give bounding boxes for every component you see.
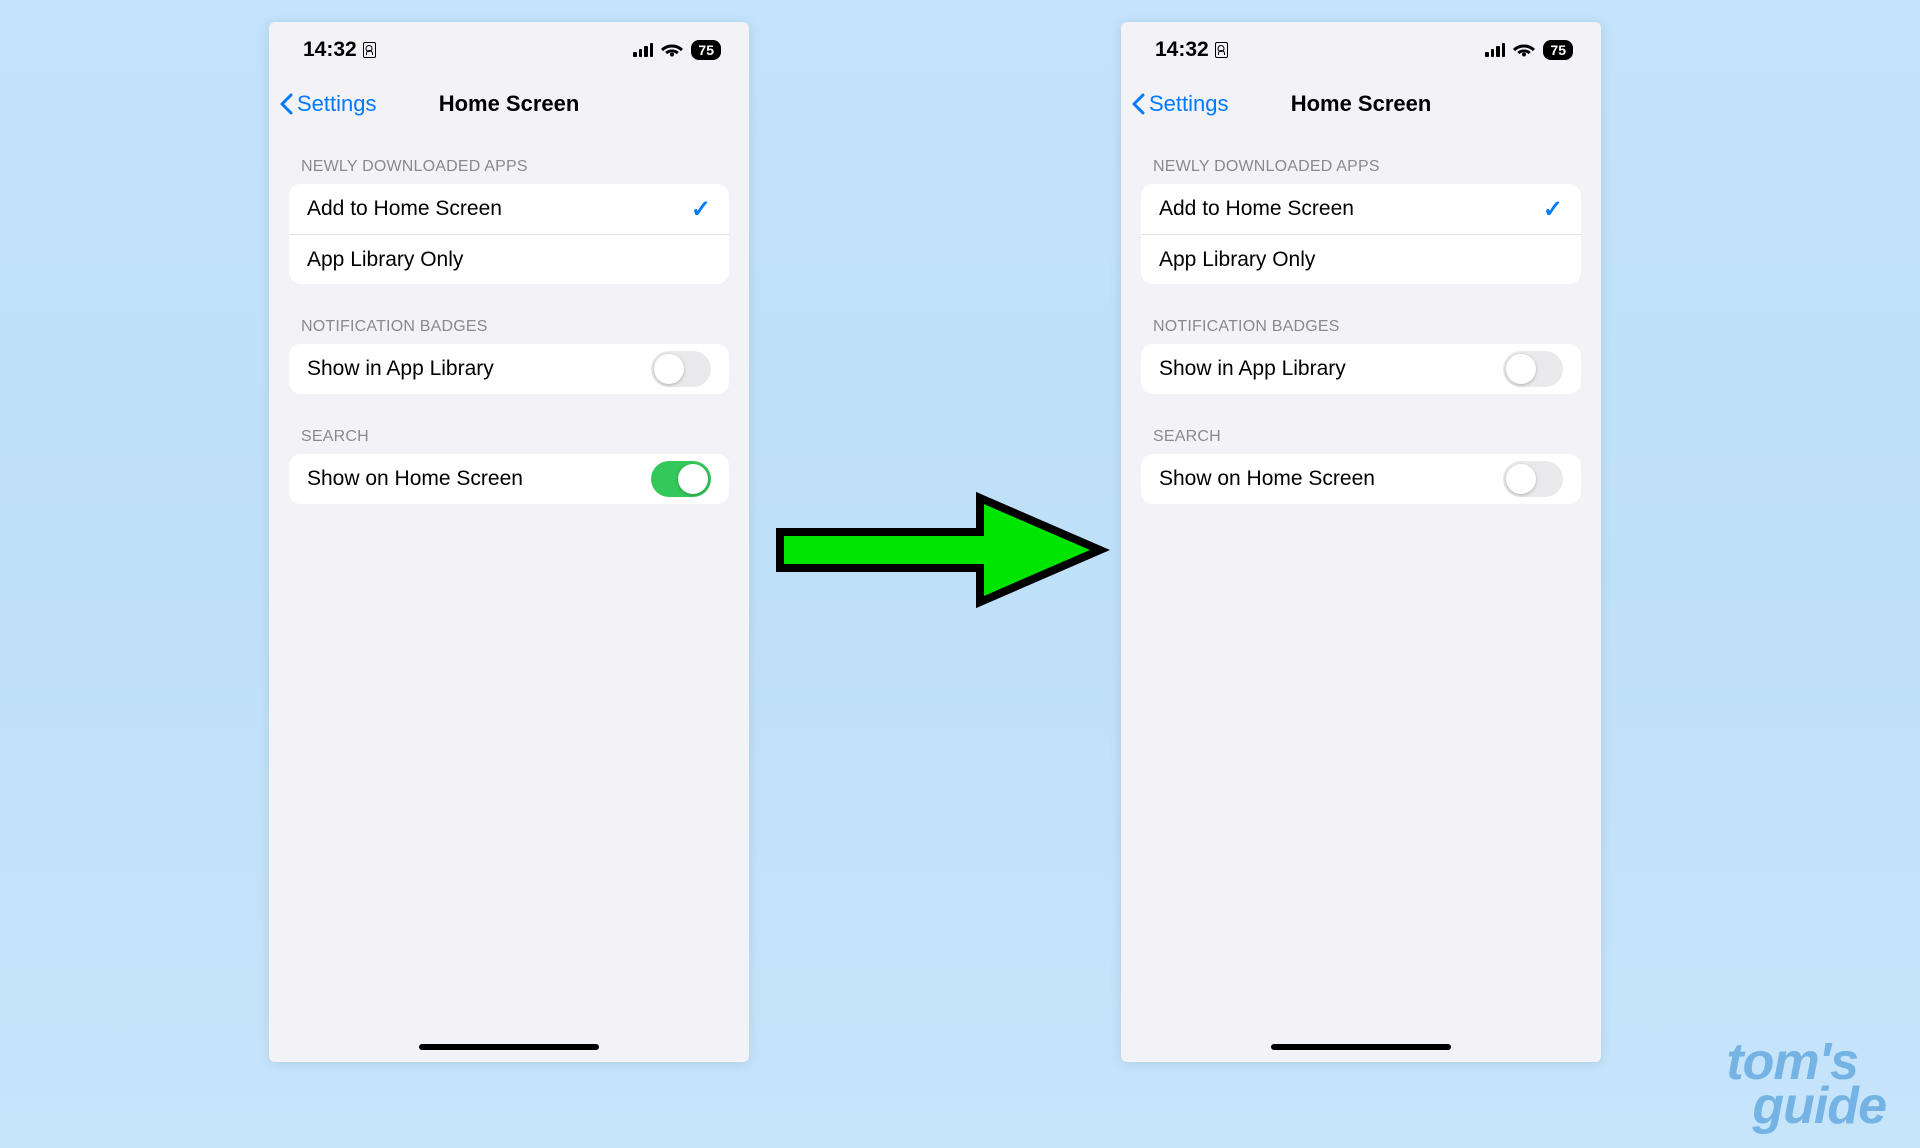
row-label: Show in App Library — [1159, 357, 1346, 381]
row-show-on-home-screen: Show on Home Screen — [289, 454, 729, 504]
status-bar: 14:32 75 — [269, 22, 749, 78]
back-button[interactable]: Settings — [1131, 91, 1229, 117]
row-show-in-app-library: Show in App Library — [289, 344, 729, 394]
screenshot-after: 14:32 75 Settings Home Screen Newly Down… — [1121, 22, 1601, 1062]
toggle-show-in-app-library[interactable] — [1503, 351, 1563, 387]
contact-card-icon — [363, 42, 376, 58]
status-bar: 14:32 75 — [1121, 22, 1601, 78]
back-label: Settings — [1149, 91, 1229, 117]
page-title: Home Screen — [1291, 91, 1432, 117]
option-label: App Library Only — [307, 248, 463, 272]
option-add-to-home-screen[interactable]: Add to Home Screen ✓ — [1141, 184, 1581, 234]
group-header-search: Search — [1121, 394, 1601, 454]
group-header-newly-downloaded: Newly Downloaded Apps — [269, 130, 749, 184]
group-notification-badges: Show in App Library — [1141, 344, 1581, 394]
watermark: tom's guide — [1726, 1040, 1886, 1128]
toggle-show-on-home-screen[interactable] — [651, 461, 711, 497]
checkmark-icon: ✓ — [691, 195, 711, 224]
group-header-newly-downloaded: Newly Downloaded Apps — [1121, 130, 1601, 184]
arrow-annotation-icon — [770, 490, 1110, 610]
group-header-search: Search — [269, 394, 749, 454]
row-label: Show on Home Screen — [307, 467, 523, 491]
option-app-library-only[interactable]: App Library Only — [1141, 234, 1581, 284]
toggle-show-in-app-library[interactable] — [651, 351, 711, 387]
option-app-library-only[interactable]: App Library Only — [289, 234, 729, 284]
battery-icon: 75 — [691, 40, 721, 60]
back-label: Settings — [297, 91, 377, 117]
battery-icon: 75 — [1543, 40, 1573, 60]
wifi-icon — [1513, 42, 1535, 58]
row-label: Show in App Library — [307, 357, 494, 381]
status-time: 14:32 — [303, 38, 357, 62]
toggle-show-on-home-screen[interactable] — [1503, 461, 1563, 497]
home-indicator[interactable] — [419, 1044, 599, 1050]
group-search: Show on Home Screen — [289, 454, 729, 504]
row-show-on-home-screen: Show on Home Screen — [1141, 454, 1581, 504]
row-label: Show on Home Screen — [1159, 467, 1375, 491]
chevron-left-icon — [1131, 92, 1147, 116]
row-show-in-app-library: Show in App Library — [1141, 344, 1581, 394]
back-button[interactable]: Settings — [279, 91, 377, 117]
option-add-to-home-screen[interactable]: Add to Home Screen ✓ — [289, 184, 729, 234]
group-notification-badges: Show in App Library — [289, 344, 729, 394]
nav-bar: Settings Home Screen — [269, 78, 749, 130]
nav-bar: Settings Home Screen — [1121, 78, 1601, 130]
group-newly-downloaded: Add to Home Screen ✓ App Library Only — [1141, 184, 1581, 284]
group-search: Show on Home Screen — [1141, 454, 1581, 504]
group-newly-downloaded: Add to Home Screen ✓ App Library Only — [289, 184, 729, 284]
option-label: Add to Home Screen — [1159, 197, 1354, 221]
cellular-signal-icon — [633, 43, 653, 57]
chevron-left-icon — [279, 92, 295, 116]
page-title: Home Screen — [439, 91, 580, 117]
checkmark-icon: ✓ — [1543, 195, 1563, 224]
wifi-icon — [661, 42, 683, 58]
screenshot-before: 14:32 75 Settings Home Screen Newly Down… — [269, 22, 749, 1062]
home-indicator[interactable] — [1271, 1044, 1451, 1050]
group-header-notification-badges: Notification Badges — [1121, 284, 1601, 344]
status-time: 14:32 — [1155, 38, 1209, 62]
option-label: Add to Home Screen — [307, 197, 502, 221]
option-label: App Library Only — [1159, 248, 1315, 272]
contact-card-icon — [1215, 42, 1228, 58]
cellular-signal-icon — [1485, 43, 1505, 57]
group-header-notification-badges: Notification Badges — [269, 284, 749, 344]
